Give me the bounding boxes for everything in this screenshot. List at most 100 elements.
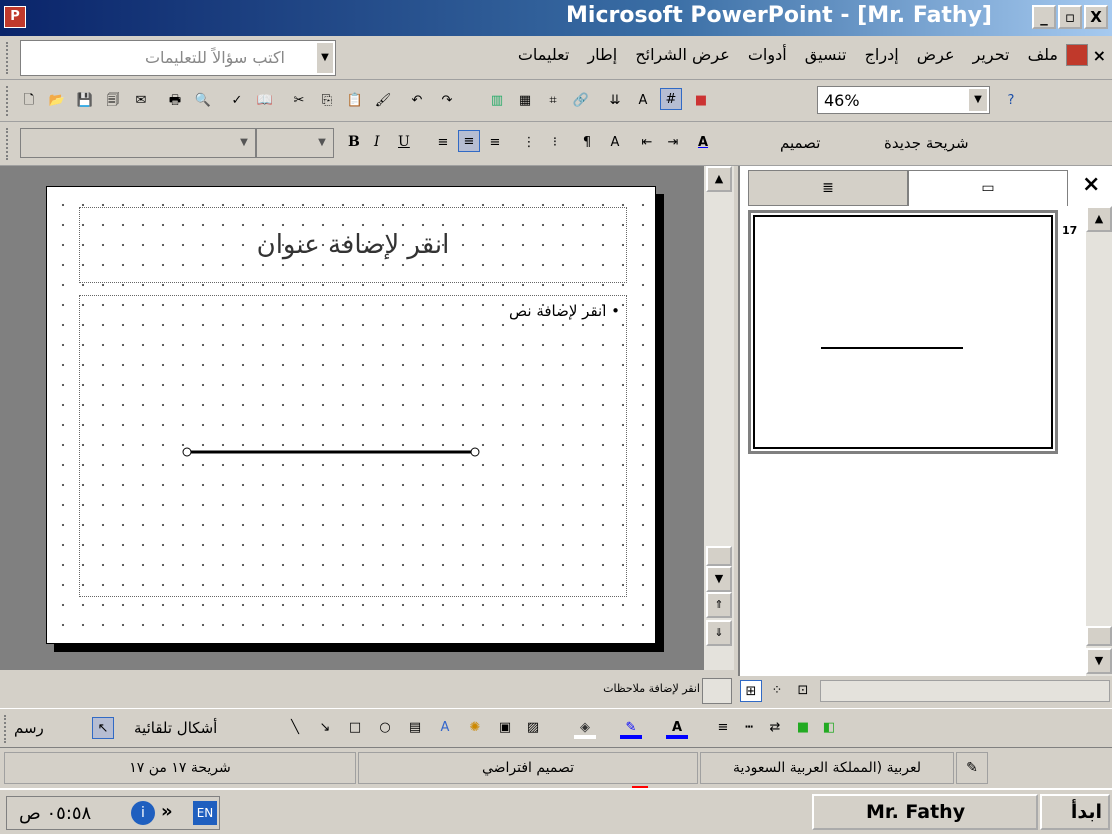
chevron-down-icon[interactable]: ▼ [313, 133, 331, 153]
insert-table-icon[interactable]: ▦ [514, 90, 536, 112]
minimize-button[interactable]: _ [1032, 5, 1056, 29]
document-icon[interactable] [1066, 44, 1088, 66]
help-question-input[interactable]: اكتب سؤالاً للتعليمات ▼ [20, 40, 336, 76]
tab-slides[interactable]: ▭ [908, 170, 1068, 206]
scroll-up-button[interactable]: ▲ [706, 166, 732, 192]
close-pane-button[interactable]: × [1082, 172, 1100, 197]
font-color-icon[interactable]: A [692, 132, 714, 154]
insert-chart-icon[interactable]: ▥ [486, 90, 508, 112]
pane-scrollbar[interactable]: ▲ ▼ [1086, 206, 1112, 676]
line-tool-icon[interactable]: ╲ [284, 717, 306, 739]
undo-icon[interactable]: ↶ [406, 90, 428, 112]
print-icon[interactable]: 🖶 [164, 90, 186, 112]
email-icon[interactable]: ✉ [130, 90, 152, 112]
slideshow-icon[interactable]: ⊡ [792, 680, 814, 702]
print-preview-icon[interactable]: 🔍 [192, 90, 214, 112]
hyperlink-icon[interactable]: 🔗 [570, 90, 592, 112]
menu-edit[interactable]: تحرير [973, 45, 1010, 64]
clock[interactable]: ٠٥:٥٨ ص [19, 803, 91, 824]
color-grayscale-icon[interactable]: ■ [690, 90, 712, 112]
language-bar-button[interactable]: EN [193, 801, 217, 825]
rectangle-tool-icon[interactable]: □ [344, 717, 366, 739]
numbering-icon[interactable]: ⋮ [518, 132, 540, 154]
select-objects-icon[interactable]: ↖ [92, 717, 114, 739]
wordart-icon[interactable]: A [434, 717, 456, 739]
menu-window[interactable]: إطار [587, 45, 617, 64]
font-size-select[interactable]: ▼ [256, 128, 334, 158]
horizontal-scrollbar[interactable] [820, 680, 1110, 702]
scroll-down-button[interactable]: ▼ [706, 566, 732, 592]
increase-indent-icon[interactable]: ⇥ [662, 132, 684, 154]
slide-sorter-icon[interactable]: ⁘ [766, 680, 788, 702]
tray-app-icon[interactable]: i [131, 801, 155, 825]
font-color-icon[interactable]: A [666, 717, 688, 739]
redo-icon[interactable]: ↷ [436, 90, 458, 112]
italic-button[interactable]: I [374, 134, 380, 150]
increase-font-icon[interactable]: A [604, 132, 626, 154]
previous-slide-button[interactable]: ⇑ [706, 592, 732, 618]
toolbar-grip[interactable] [6, 128, 10, 160]
close-document-button[interactable]: × [1093, 46, 1106, 65]
zoom-select[interactable]: 46% ▼ [817, 86, 990, 114]
start-button[interactable]: ابدأ [1040, 794, 1110, 830]
clipart-icon[interactable]: ▣ [494, 717, 516, 739]
open-folder-icon[interactable]: 📂 [46, 90, 68, 112]
vertical-scrollbar[interactable]: ▲ ▼ ⇑ ⇓ [704, 166, 734, 670]
oval-tool-icon[interactable]: ○ [374, 717, 396, 739]
format-painter-icon[interactable]: 🖌 [372, 90, 394, 112]
3d-style-icon[interactable]: ◧ [818, 717, 840, 739]
align-right-icon[interactable]: ≡ [432, 132, 454, 154]
chevron-down-icon[interactable]: ▼ [317, 43, 333, 73]
autoshapes-menu-button[interactable]: أشكال تلقائية [134, 719, 217, 737]
text-direction-icon[interactable]: ¶ [576, 132, 598, 154]
align-left-icon[interactable]: ≡ [484, 132, 506, 154]
line-shape[interactable] [47, 187, 657, 645]
toolbar-grip[interactable] [6, 86, 10, 116]
permission-icon[interactable]: 🗐 [102, 90, 124, 112]
paste-icon[interactable]: 📋 [344, 90, 366, 112]
research-icon[interactable]: 📖 [254, 90, 276, 112]
spelling-icon[interactable]: ✓ [226, 90, 248, 112]
bold-button[interactable]: B [348, 134, 360, 150]
taskbar-powerpoint-button[interactable]: Mr. Fathy [812, 794, 1038, 830]
spelling-status-icon[interactable]: ✎ [956, 752, 988, 784]
save-icon[interactable]: 💾 [74, 90, 96, 112]
pane-scroll-down-button[interactable]: ▼ [1086, 648, 1112, 674]
slide-thumbnail[interactable] [748, 210, 1058, 454]
menu-view[interactable]: عرض [917, 45, 955, 64]
menu-insert[interactable]: إدراج [865, 45, 899, 64]
pane-scroll-up-button[interactable]: ▲ [1086, 206, 1112, 232]
normal-view-icon[interactable]: ⊞ [740, 680, 762, 702]
expand-all-icon[interactable]: ⇊ [604, 90, 626, 112]
menu-help[interactable]: تعليمات [518, 45, 569, 64]
draw-menu-button[interactable]: رسم [14, 719, 44, 737]
new-document-icon[interactable]: 🗋 [18, 90, 40, 112]
toolbar-grip[interactable] [4, 715, 8, 743]
arrow-style-icon[interactable]: ⇄ [764, 717, 786, 739]
show-grid-icon[interactable]: # [660, 88, 682, 110]
copy-icon[interactable]: ⎘ [316, 90, 338, 112]
toolbar-grip[interactable] [6, 42, 10, 74]
maximize-button[interactable]: ▫ [1058, 5, 1082, 29]
insert-diagram-icon[interactable]: ⌗ [542, 90, 564, 112]
fill-color-icon[interactable]: ◈ [574, 717, 596, 739]
menu-file[interactable]: ملف [1028, 45, 1058, 64]
underline-button[interactable]: U [398, 134, 410, 150]
picture-icon[interactable]: ▨ [522, 717, 544, 739]
arrow-tool-icon[interactable]: ↘ [314, 717, 336, 739]
bullets-icon[interactable]: ⁝ [544, 132, 566, 154]
menu-tools[interactable]: أدوات [748, 45, 787, 64]
powerpoint-app-icon[interactable]: P [4, 6, 26, 28]
chevron-down-icon[interactable]: ▼ [235, 133, 253, 153]
menu-format[interactable]: تنسيق [805, 45, 847, 64]
design-button[interactable]: تصميم [780, 134, 820, 152]
diagram-icon[interactable]: ✺ [464, 717, 486, 739]
chevron-down-icon[interactable]: ▼ [969, 89, 987, 111]
help-icon[interactable]: ? [1000, 90, 1022, 112]
close-button[interactable]: X [1084, 5, 1108, 29]
notes-placeholder[interactable]: انقر لإضافة ملاحظات [460, 682, 700, 695]
notes-splitter[interactable] [702, 678, 732, 704]
font-select[interactable]: ▼ [20, 128, 256, 158]
tab-outline[interactable]: ≣ [748, 170, 908, 206]
next-slide-button[interactable]: ⇓ [706, 620, 732, 646]
